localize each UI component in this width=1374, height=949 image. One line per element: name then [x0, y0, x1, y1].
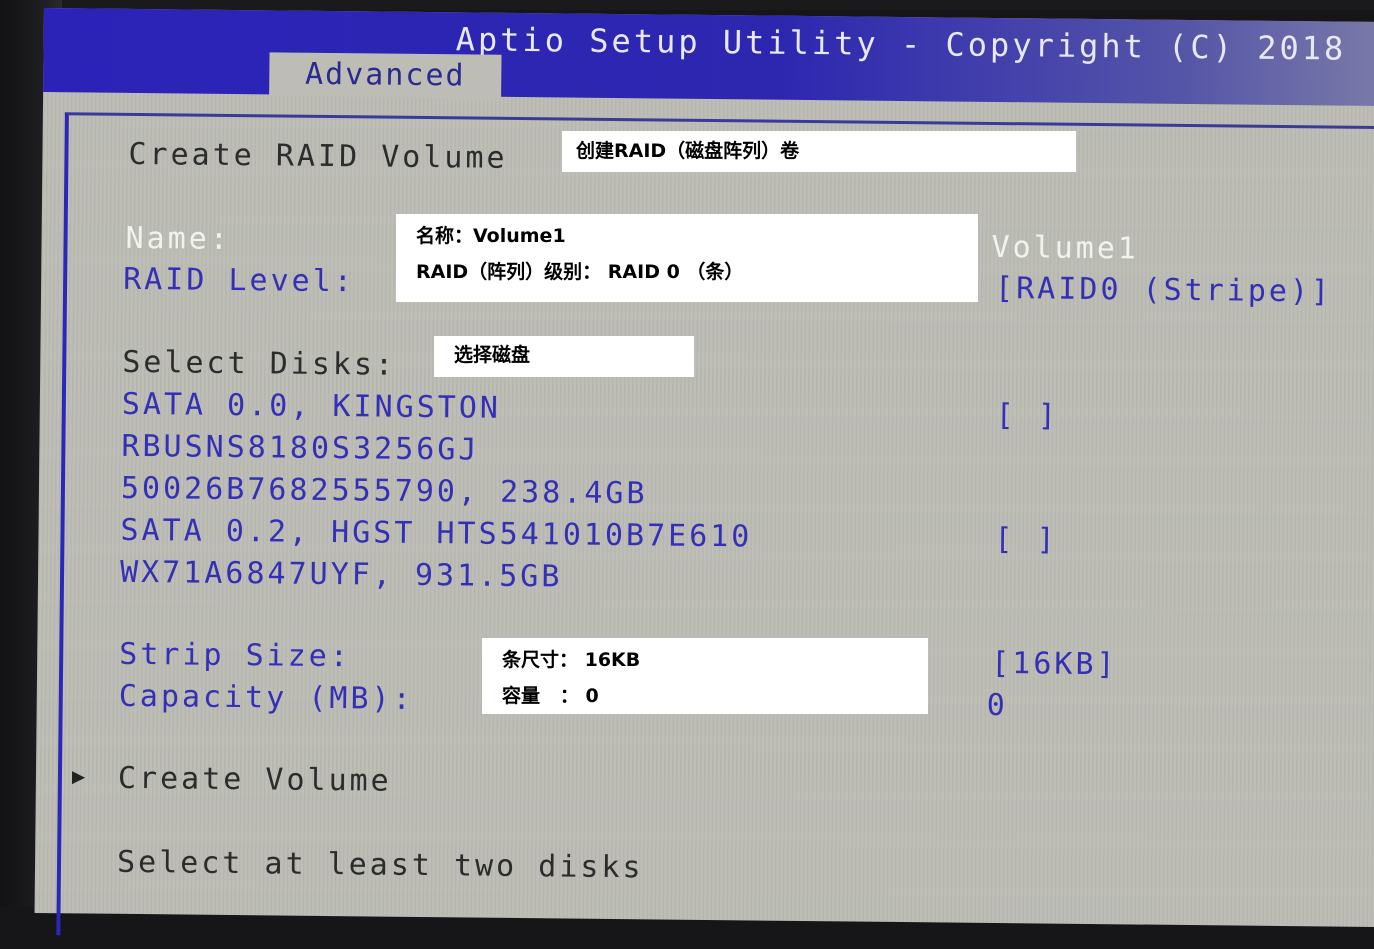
annotation-name-level: 名称：Volume1 RAID（阵列）级别： RAID 0 （条）	[396, 214, 978, 302]
strip-size-value[interactable]: [16KB]	[991, 646, 1118, 682]
disk-0-line-2: 50026B7682555790, 238.4GB	[120, 470, 648, 512]
capacity-value: 0	[986, 687, 1008, 724]
annotation-select-disks-text: 选择磁盘	[454, 344, 531, 366]
monitor-bezel-top	[0, 0, 1374, 10]
annotation-select-disks: 选择磁盘	[434, 336, 694, 377]
capacity-label: Capacity (MB):	[118, 678, 414, 717]
help-text: Select at least two disks	[116, 844, 644, 886]
annotation-strip-capacity: 条尺寸： 16KB 容量 ： 0	[482, 638, 928, 714]
annotation-heading-text: 创建RAID（磁盘阵列）卷	[576, 140, 800, 162]
page-heading: Create RAID Volume	[128, 136, 508, 176]
title-bar: Aptio Setup Utility - Copyright (C) 2018…	[43, 8, 1374, 107]
annotation-capacity: 容量 ： 0	[502, 685, 599, 707]
disk-0-line-1: RBUSNS8180S3256GJ	[121, 428, 480, 468]
disk-0-line-0[interactable]: SATA 0.0, KINGSTON	[122, 387, 501, 426]
disk-0-checkbox[interactable]: [ ]	[996, 398, 1060, 434]
name-label[interactable]: Name:	[125, 221, 231, 257]
tab-advanced[interactable]: Advanced	[269, 52, 502, 99]
disk-1-line-0[interactable]: SATA 0.2, HGST HTS541010B7E610	[120, 513, 752, 555]
raid-level-label[interactable]: RAID Level:	[123, 262, 355, 299]
create-volume-button[interactable]: Create Volume	[118, 761, 392, 799]
strip-size-label[interactable]: Strip Size:	[119, 637, 351, 674]
select-disks-label: Select Disks:	[122, 344, 397, 383]
annotation-name: 名称：Volume1	[416, 225, 566, 247]
disk-1-checkbox[interactable]: [ ]	[994, 522, 1058, 558]
triangle-right-icon: ▶	[71, 764, 86, 790]
window-title: Aptio Setup Utility - Copyright (C) 2018	[455, 20, 1347, 68]
annotation-raid-level: RAID（阵列）级别： RAID 0 （条）	[416, 261, 744, 283]
raid-level-value[interactable]: [RAID0 (Stripe)]	[995, 271, 1332, 310]
annotation-heading: 创建RAID（磁盘阵列）卷	[562, 131, 1076, 172]
disk-1-line-1: WX71A6847UYF, 931.5GB	[119, 554, 563, 595]
name-value[interactable]: Volume1	[991, 230, 1139, 267]
annotation-strip-size: 条尺寸： 16KB	[502, 649, 641, 671]
